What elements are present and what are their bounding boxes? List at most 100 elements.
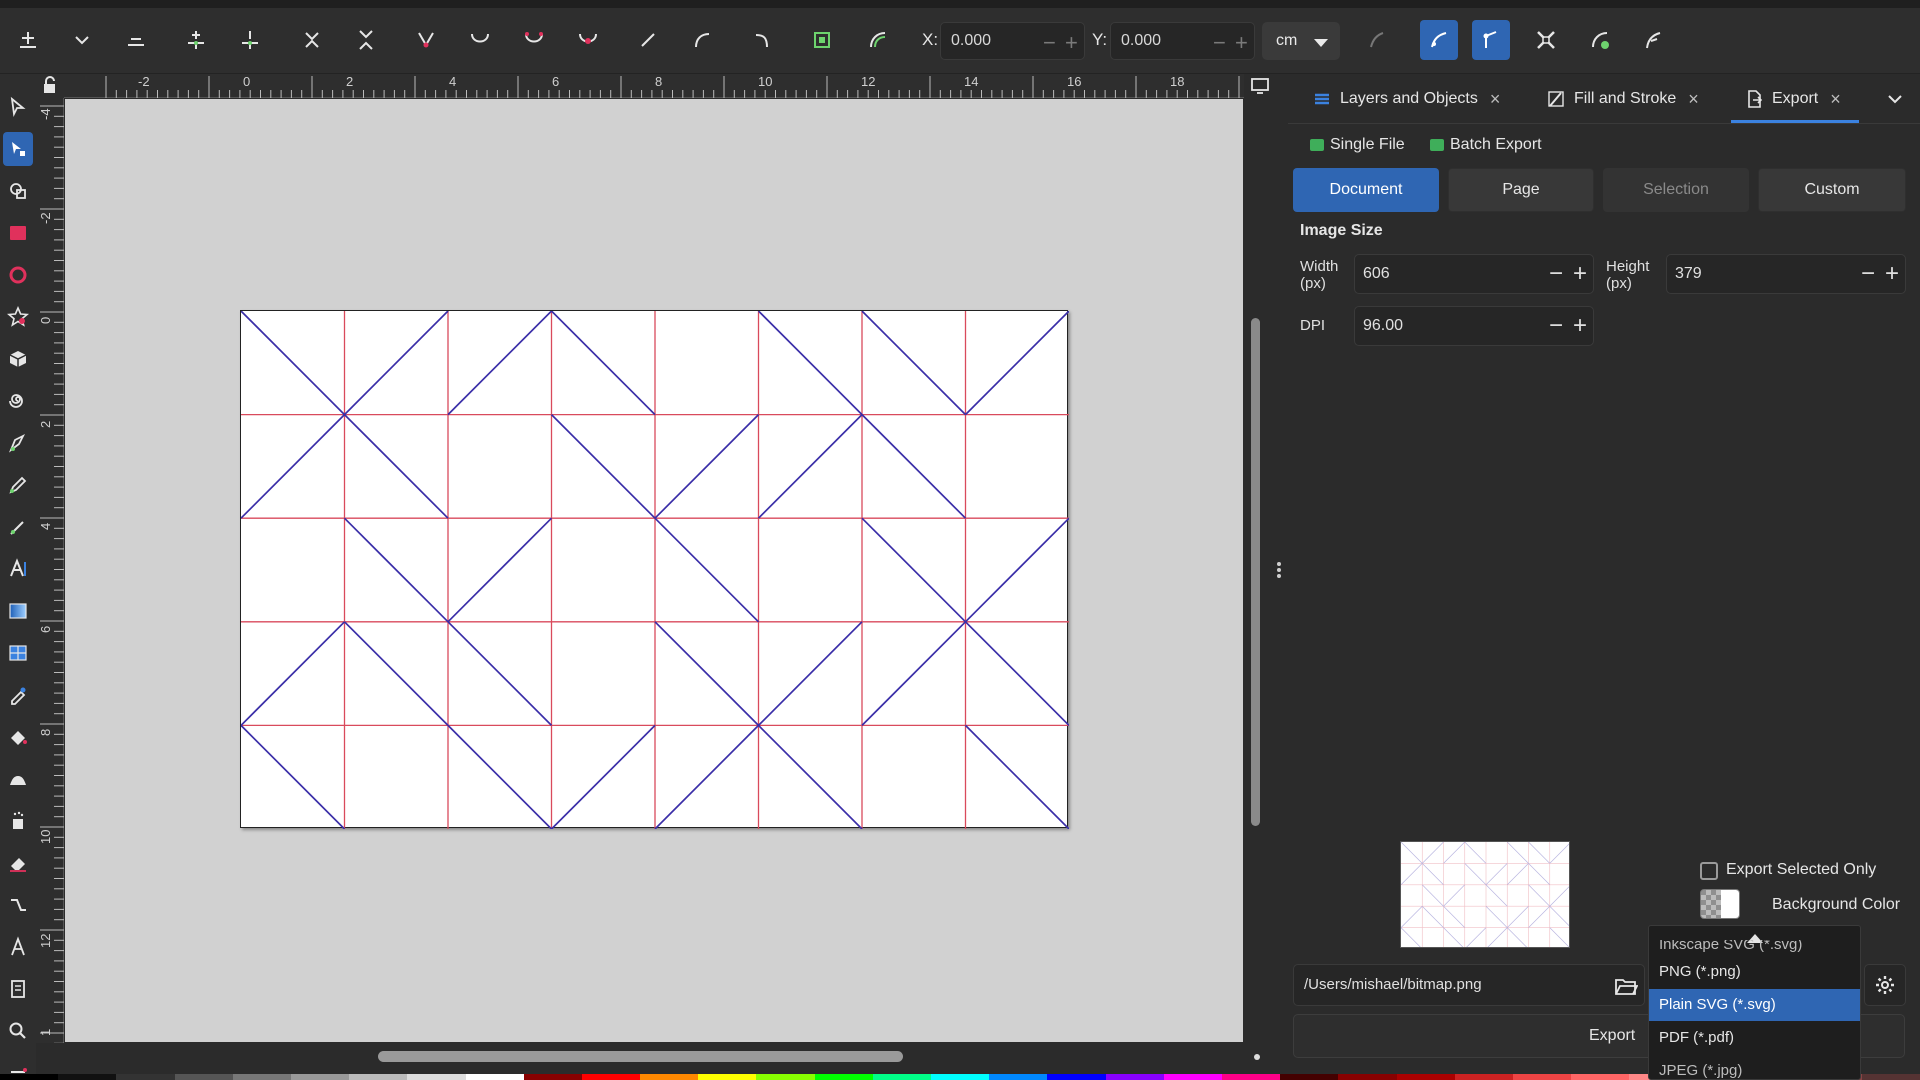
diagonal-line[interactable]	[1464, 863, 1487, 886]
eraser-tool-icon[interactable]	[3, 846, 33, 880]
palette-swatch[interactable]	[290, 1074, 350, 1080]
palette-swatch[interactable]	[1221, 1074, 1281, 1080]
diagonal-line[interactable]	[757, 413, 863, 519]
palette-swatch[interactable]	[1512, 1074, 1572, 1080]
grid-pattern-drawing[interactable]	[241, 311, 1069, 829]
palette-swatch[interactable]	[872, 1074, 931, 1080]
diagonal-line[interactable]	[757, 621, 863, 727]
join-nodes-icon[interactable]	[178, 22, 214, 58]
diagonal-line[interactable]	[447, 621, 553, 727]
diagonal-line[interactable]	[1549, 905, 1570, 927]
diagonal-line[interactable]	[550, 413, 656, 519]
file-format-dropdown[interactable]: Inkscape SVG (*.svg) PNG (*.png) Plain S…	[1648, 925, 1861, 1080]
dropper-tool-icon[interactable]	[3, 678, 33, 712]
y-increment-button[interactable]: +	[1235, 30, 1248, 56]
dpi-increment-button[interactable]: +	[1573, 312, 1587, 340]
tab-fill-and-stroke[interactable]: Fill and Stroke ×	[1546, 84, 1699, 114]
selector-tool-icon[interactable]	[3, 90, 33, 124]
pencil-tool-icon[interactable]	[3, 468, 33, 502]
dropdown-item-plain-svg[interactable]: Plain SVG (*.svg)	[1649, 989, 1860, 1021]
diagonal-line[interactable]	[343, 517, 449, 623]
diagonal-line[interactable]	[1443, 842, 1465, 864]
dpi-field[interactable]: 96.00 − +	[1354, 306, 1594, 346]
x-decrement-button[interactable]: −	[1043, 30, 1056, 56]
diagonal-line[interactable]	[1443, 927, 1465, 948]
star-tool-icon[interactable]	[3, 300, 33, 334]
palette-swatch[interactable]	[232, 1074, 291, 1080]
horizontal-scrollbar[interactable]	[378, 1051, 903, 1062]
tab-export[interactable]: Export ×	[1744, 84, 1841, 114]
next-path-effect-icon[interactable]	[1360, 22, 1396, 58]
diagonal-line[interactable]	[1528, 842, 1550, 864]
diagonal-line[interactable]	[1549, 885, 1570, 907]
palette-swatch[interactable]	[1454, 1074, 1513, 1080]
x-increment-button[interactable]: +	[1065, 30, 1078, 56]
diagonal-line[interactable]	[861, 517, 967, 623]
palette-swatch[interactable]	[1163, 1074, 1222, 1080]
dropdown-item-png[interactable]: PNG (*.png)	[1649, 956, 1860, 988]
diagonal-line[interactable]	[241, 621, 346, 727]
rectangle-tool-icon[interactable]	[3, 216, 33, 250]
diagonal-line[interactable]	[550, 724, 656, 829]
node-smooth-icon[interactable]	[462, 22, 498, 58]
area-selection-button[interactable]: Selection	[1603, 168, 1749, 212]
diagonal-line[interactable]	[1549, 927, 1570, 948]
palette-swatch[interactable]	[1047, 1074, 1106, 1080]
show-mask-icon[interactable]	[1582, 22, 1618, 58]
chevron-down-icon[interactable]	[1884, 88, 1906, 110]
diagonal-line[interactable]	[964, 311, 1070, 416]
diagonal-line[interactable]	[1485, 884, 1508, 907]
close-icon[interactable]: ×	[1688, 89, 1699, 110]
node-symmetric-icon[interactable]	[516, 22, 552, 58]
palette-swatch[interactable]	[523, 1074, 582, 1080]
tab-single-file[interactable]: Single File	[1310, 128, 1405, 162]
pages-tool-icon[interactable]	[3, 972, 33, 1006]
mesh-tool-icon[interactable]	[3, 636, 33, 670]
diagonal-line[interactable]	[447, 517, 553, 623]
palette-swatch[interactable]	[174, 1074, 233, 1080]
diagonal-line[interactable]	[1549, 842, 1570, 864]
object-to-path-icon[interactable]	[744, 22, 780, 58]
diagonal-line[interactable]	[964, 621, 1070, 727]
connector-tool-icon[interactable]	[3, 888, 33, 922]
diagonal-line[interactable]	[1485, 905, 1508, 928]
palette-swatch[interactable]	[465, 1074, 524, 1080]
insert-node-icon[interactable]	[10, 22, 46, 58]
height-decrement-button[interactable]: −	[1861, 260, 1875, 288]
measure-tool-icon[interactable]	[3, 930, 33, 964]
diagonal-line[interactable]	[1528, 884, 1550, 907]
width-increment-button[interactable]: +	[1573, 260, 1587, 288]
palette-swatch[interactable]	[581, 1074, 641, 1080]
lock-guides-icon[interactable]	[36, 74, 64, 98]
diagonal-line[interactable]	[447, 724, 553, 829]
delete-segment-icon[interactable]	[348, 22, 384, 58]
diagonal-line[interactable]	[1401, 927, 1422, 948]
palette-swatch[interactable]	[640, 1074, 699, 1080]
palette-swatch[interactable]	[1396, 1074, 1455, 1080]
chevron-down-icon[interactable]	[64, 22, 100, 58]
gradient-tool-icon[interactable]	[3, 594, 33, 628]
delete-node-icon[interactable]	[118, 22, 154, 58]
diagonal-line[interactable]	[1464, 842, 1487, 864]
diagonal-line[interactable]	[1422, 884, 1444, 907]
node-auto-smooth-icon[interactable]	[570, 22, 606, 58]
drawing-canvas[interactable]	[65, 99, 1243, 1042]
diagonal-line[interactable]	[343, 413, 449, 519]
diagonal-line[interactable]	[1422, 863, 1444, 886]
diagonal-line[interactable]	[964, 724, 1070, 829]
diagonal-line[interactable]	[1401, 905, 1423, 928]
tab-batch-export[interactable]: Batch Export	[1430, 128, 1542, 162]
spiral-tool-icon[interactable]	[3, 384, 33, 418]
dock-resize-handle[interactable]	[1277, 562, 1281, 578]
dropdown-item-pdf[interactable]: PDF (*.pdf)	[1649, 1022, 1860, 1054]
y-coordinate-field[interactable]: 0.000 − +	[1110, 22, 1255, 60]
show-transform-handles-icon[interactable]	[1528, 22, 1564, 58]
palette-swatch[interactable]	[1338, 1074, 1397, 1080]
3d-box-tool-icon[interactable]	[3, 342, 33, 376]
close-icon[interactable]: ×	[1490, 89, 1501, 110]
diagonal-line[interactable]	[241, 724, 346, 829]
segment-line-icon[interactable]	[630, 22, 666, 58]
diagonal-line[interactable]	[447, 311, 553, 416]
palette-swatch[interactable]	[1280, 1074, 1339, 1080]
join-segment-icon[interactable]	[294, 22, 330, 58]
